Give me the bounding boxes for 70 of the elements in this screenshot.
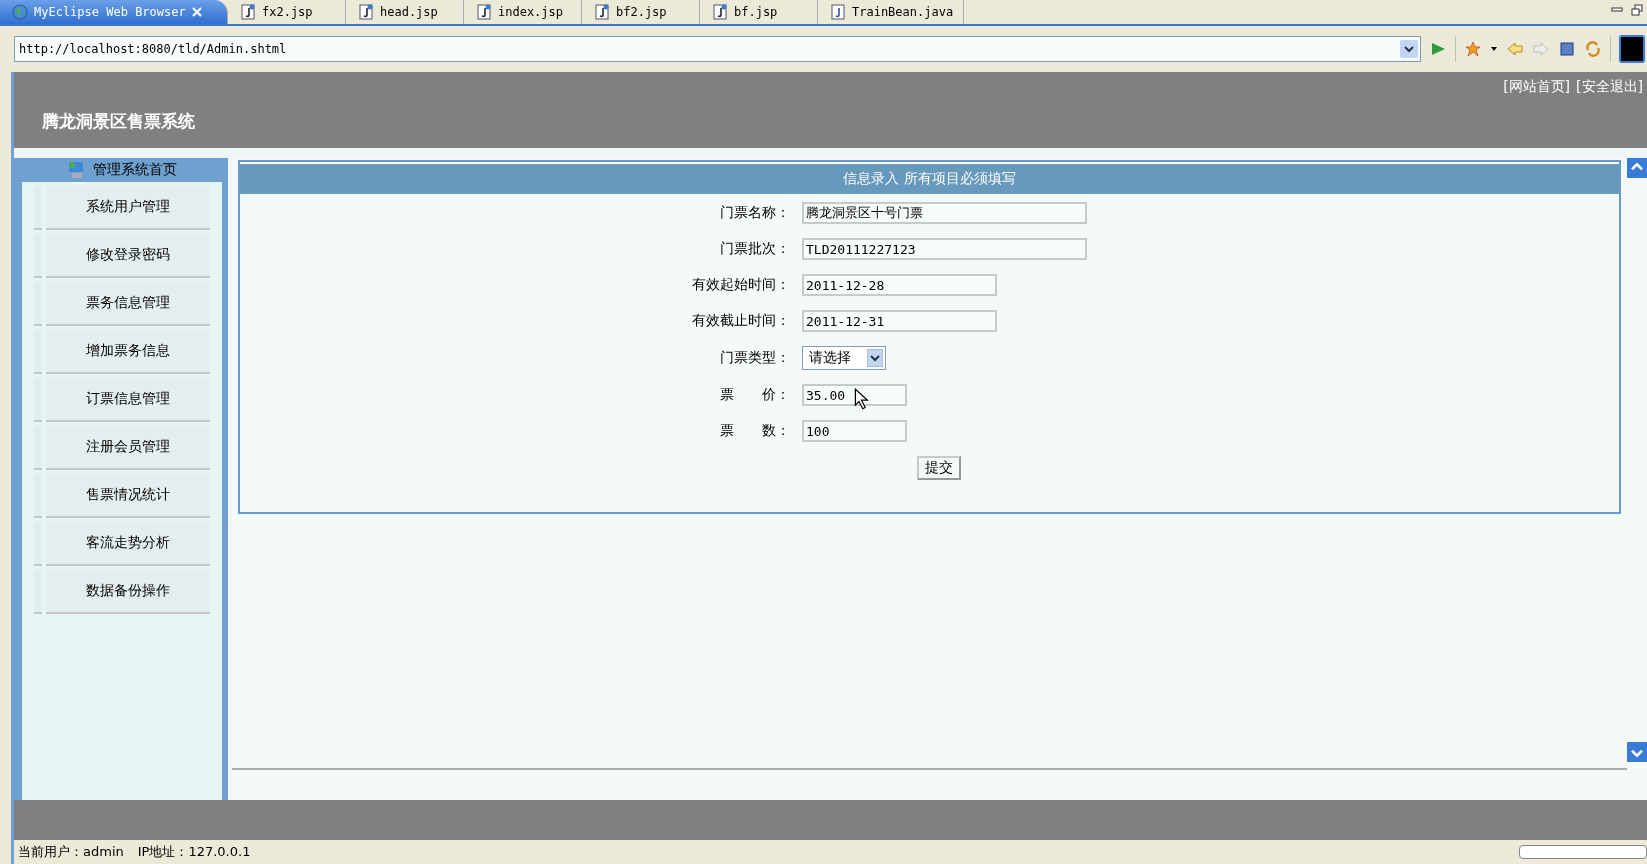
jsp-file-icon [476,4,492,20]
editor-tab[interactable]: bf.jsp [700,0,818,24]
dropdown-icon[interactable] [1400,40,1418,58]
menu-item-marker [34,569,42,614]
text-field[interactable]: 腾龙洞景区十号门票 [802,202,1087,224]
form-title: 信息录入 所有项目必须填写 [240,162,1619,194]
editor-tab[interactable]: MyEclipse Web Browser [0,0,228,24]
header-link[interactable]: [网站首页] [1503,78,1571,96]
play-icon[interactable] [1429,40,1447,58]
jsp-file-icon [712,4,728,20]
stop-icon[interactable] [1558,40,1576,58]
editor-tab[interactable]: head.jsp [346,0,464,24]
field-label: 门票类型： [719,349,790,367]
menu-item-marker [34,521,42,566]
menu-item-marker [34,473,42,518]
status-text: 当前用户：admin [18,843,124,861]
menu-item-marker [34,329,42,374]
vertical-scrollbar[interactable] [1627,158,1647,762]
text-field[interactable]: 2011-12-31 [802,310,997,332]
editor-tab[interactable]: TrainBean.java [818,0,965,24]
caret-icon[interactable] [1490,45,1498,53]
menu-item-marker [34,425,42,470]
address-field[interactable]: http://localhost:8080/tld/Admin.shtml [14,36,1421,62]
field-label: 票 数： [719,422,790,440]
sidebar-menu-item[interactable]: 系统用户管理 [46,185,210,230]
globe-icon [12,4,28,20]
sidebar-menu-item[interactable]: 客流走势分析 [46,521,210,566]
console-button[interactable] [1619,35,1645,63]
text-field[interactable]: 35.00 [802,384,907,406]
jsp-file-icon [240,4,256,20]
java-file-icon [830,4,846,20]
mouse-pointer-icon [854,388,869,410]
menu-item-marker [34,185,42,230]
sidebar-menu-item[interactable]: 订票信息管理 [46,377,210,422]
editor-tab[interactable]: bf2.jsp [582,0,700,24]
text-field[interactable]: TLD20111227123 [802,238,1087,260]
sidebar-heading[interactable]: 管理系统首页 [93,161,177,179]
sidebar-menu-item[interactable]: 增加票务信息 [46,329,210,374]
scroll-up-icon[interactable] [1627,158,1647,178]
editor-tab[interactable]: fx2.jsp [228,0,346,24]
menu-item-marker [34,281,42,326]
jsp-file-icon [358,4,374,20]
sidebar-menu-item[interactable]: 注册会员管理 [46,425,210,470]
dropdown-icon [867,349,883,367]
refresh-icon[interactable] [1584,40,1602,58]
sidebar-menu-item[interactable]: 数据备份操作 [46,569,210,614]
sidebar-menu-item[interactable]: 售票情况统计 [46,473,210,518]
field-label: 门票名称： [719,204,790,222]
text-field[interactable]: 2011-12-28 [802,274,997,296]
menu-item-marker [34,233,42,278]
field-label: 票 价： [719,386,790,404]
status-text: IP地址：127.0.0.1 [137,843,251,861]
editor-tab[interactable]: index.jsp [464,0,582,24]
sidebar-menu-item[interactable]: 修改登录密码 [46,233,210,278]
field-label: 有效起始时间： [691,276,790,294]
field-label: 门票批次： [719,240,790,258]
url-text: http://localhost:8080/tld/Admin.shtml [19,42,288,56]
restore-icon[interactable] [1631,4,1643,16]
menu-item-marker [34,377,42,422]
text-field[interactable]: 100 [802,420,907,442]
jsp-file-icon [594,4,610,20]
submit-button[interactable]: 提交 [917,456,961,480]
star-icon[interactable] [1464,40,1482,58]
scroll-down-icon[interactable] [1627,742,1647,762]
close-icon[interactable] [191,7,202,17]
field-label: 有效截止时间： [691,312,790,330]
ticket-type-select[interactable]: 请选择 [802,346,886,370]
site-title: 腾龙洞景区售票系统 [42,110,196,133]
sidebar-menu-item[interactable]: 票务信息管理 [46,281,210,326]
header-link[interactable]: [安全退出] [1576,78,1643,96]
